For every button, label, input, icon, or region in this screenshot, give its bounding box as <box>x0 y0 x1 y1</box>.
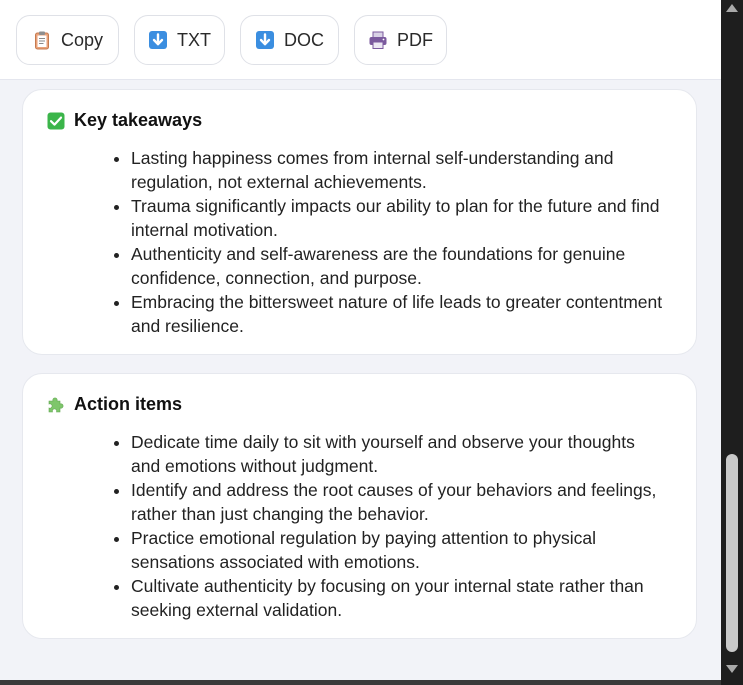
list-item: Practice emotional regulation by paying … <box>131 526 667 574</box>
check-mark-icon <box>47 112 65 130</box>
list-item: Dedicate time daily to sit with yourself… <box>131 430 667 478</box>
list-item: Trauma significantly impacts our ability… <box>131 194 667 242</box>
list-item: Cultivate authenticity by focusing on yo… <box>131 574 667 622</box>
key-takeaways-card: Key takeaways Lasting happiness comes fr… <box>22 89 697 355</box>
key-takeaways-list: Lasting happiness comes from internal se… <box>107 146 667 338</box>
clipboard-icon <box>32 30 52 50</box>
puzzle-piece-icon <box>47 396 65 414</box>
download-arrow-icon <box>255 30 275 50</box>
pdf-print-button[interactable]: PDF <box>354 15 447 65</box>
printer-icon <box>368 30 388 50</box>
summary-panel: Copy TXT DOC PDF Key takeaways • Lasting… <box>0 0 721 680</box>
scroll-up-arrow-icon[interactable] <box>726 4 738 12</box>
export-toolbar: Copy TXT DOC PDF <box>0 0 721 80</box>
action-items-title: Action items <box>74 394 183 414</box>
key-takeaways-header: Key takeaways <box>47 110 202 131</box>
scrollbar-thumb[interactable] <box>726 454 738 652</box>
action-items-header: Action items <box>47 394 182 415</box>
list-item: Embracing the bittersweet nature of life… <box>131 290 667 338</box>
window-bottom-edge <box>0 680 721 685</box>
pdf-label: PDF <box>397 29 433 50</box>
list-item: Authenticity and self-awareness are the … <box>131 242 667 290</box>
txt-download-button[interactable]: TXT <box>134 15 225 65</box>
scroll-down-arrow-icon[interactable] <box>726 665 738 673</box>
doc-download-button[interactable]: DOC <box>240 15 339 65</box>
doc-label: DOC <box>284 29 324 50</box>
copy-button[interactable]: Copy <box>16 15 119 65</box>
key-takeaways-title: Key takeaways <box>74 110 203 130</box>
txt-label: TXT <box>177 29 211 50</box>
action-items-card: Action items Dedicate time daily to sit … <box>22 373 697 639</box>
copy-label: Copy <box>60 29 104 50</box>
action-items-list: Dedicate time daily to sit with yourself… <box>107 430 667 622</box>
list-item: Lasting happiness comes from internal se… <box>131 146 667 194</box>
download-arrow-icon <box>148 30 168 50</box>
list-item: Identify and address the root causes of … <box>131 478 667 526</box>
